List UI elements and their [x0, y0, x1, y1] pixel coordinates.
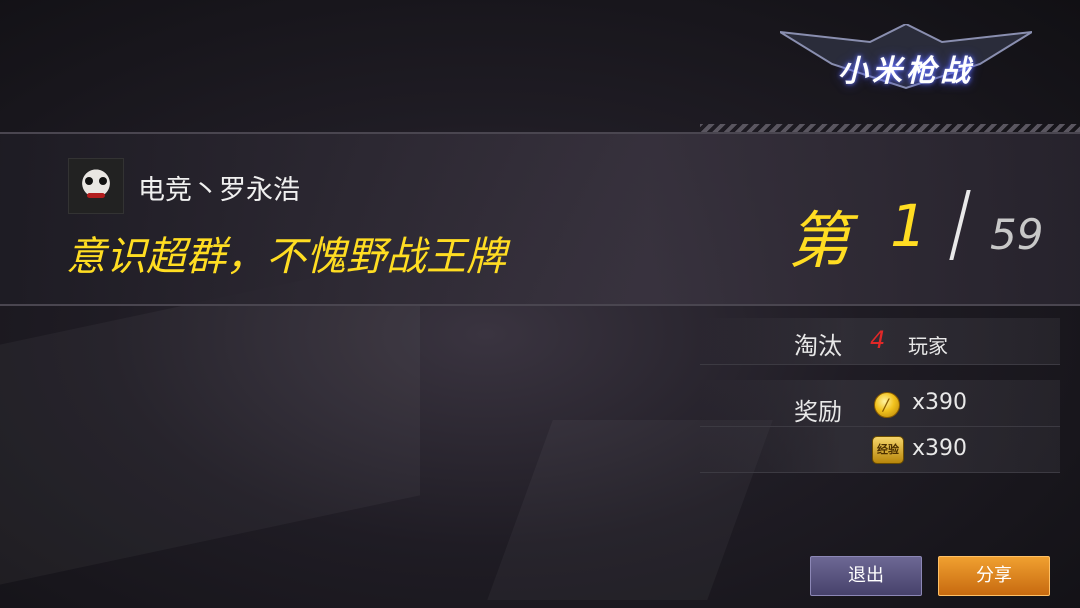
gold-coin-icon: / — [874, 392, 900, 418]
eliminate-label: 淘汰 — [794, 332, 842, 360]
logo-text: 小米枪战 — [838, 54, 974, 89]
experience-badge-icon: 经验 — [872, 436, 904, 464]
share-button[interactable]: 分享 — [938, 556, 1050, 596]
avatar-eye — [85, 177, 93, 185]
eliminate-unit: 玩家 — [908, 334, 948, 358]
player-name: 电竞丶罗永浩 — [138, 175, 300, 206]
rank-position: 1 — [890, 192, 927, 260]
rank-prefix: 第 — [788, 204, 851, 277]
player-slogan: 意识超群，不愧野战王牌 — [66, 234, 506, 280]
eliminate-count: 4 — [870, 326, 886, 354]
reward-label: 奖励 — [794, 398, 842, 426]
exp-amount: x390 — [912, 436, 968, 461]
avatar[interactable] — [68, 158, 124, 214]
game-logo: 小米枪战 — [779, 22, 1033, 90]
coin-amount: x390 — [912, 390, 968, 415]
exit-button[interactable]: 退出 — [810, 556, 922, 596]
rank-total: 59 — [990, 210, 1044, 259]
avatar-eye — [99, 177, 107, 185]
avatar-mouth — [87, 193, 105, 198]
banner-stripe — [700, 124, 1080, 132]
